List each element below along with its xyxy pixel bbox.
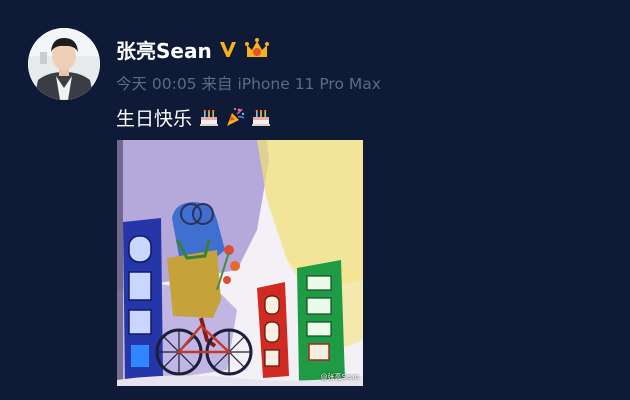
celebration-icon <box>227 108 245 126</box>
post-image[interactable]: @张亮Sean <box>117 140 363 386</box>
birthday-cake-icon <box>252 109 271 126</box>
user-avatar[interactable] <box>28 28 100 100</box>
post-content: 生日快乐 <box>116 104 272 130</box>
avatar-photo-icon <box>28 28 100 100</box>
verified-v-icon[interactable] <box>218 39 238 59</box>
username[interactable]: 张亮Sean <box>116 35 212 64</box>
birthday-cake-icon <box>200 109 219 126</box>
image-watermark: @张亮Sean <box>320 373 359 381</box>
post-meta: 今天 00:05 来自 iPhone 11 Pro Max <box>116 75 381 93</box>
child-drawing-image-icon <box>117 140 363 386</box>
crown-member-icon[interactable] <box>244 37 270 61</box>
post-header: 张亮Sean <box>116 34 270 64</box>
post-text: 生日快乐 <box>116 107 193 130</box>
